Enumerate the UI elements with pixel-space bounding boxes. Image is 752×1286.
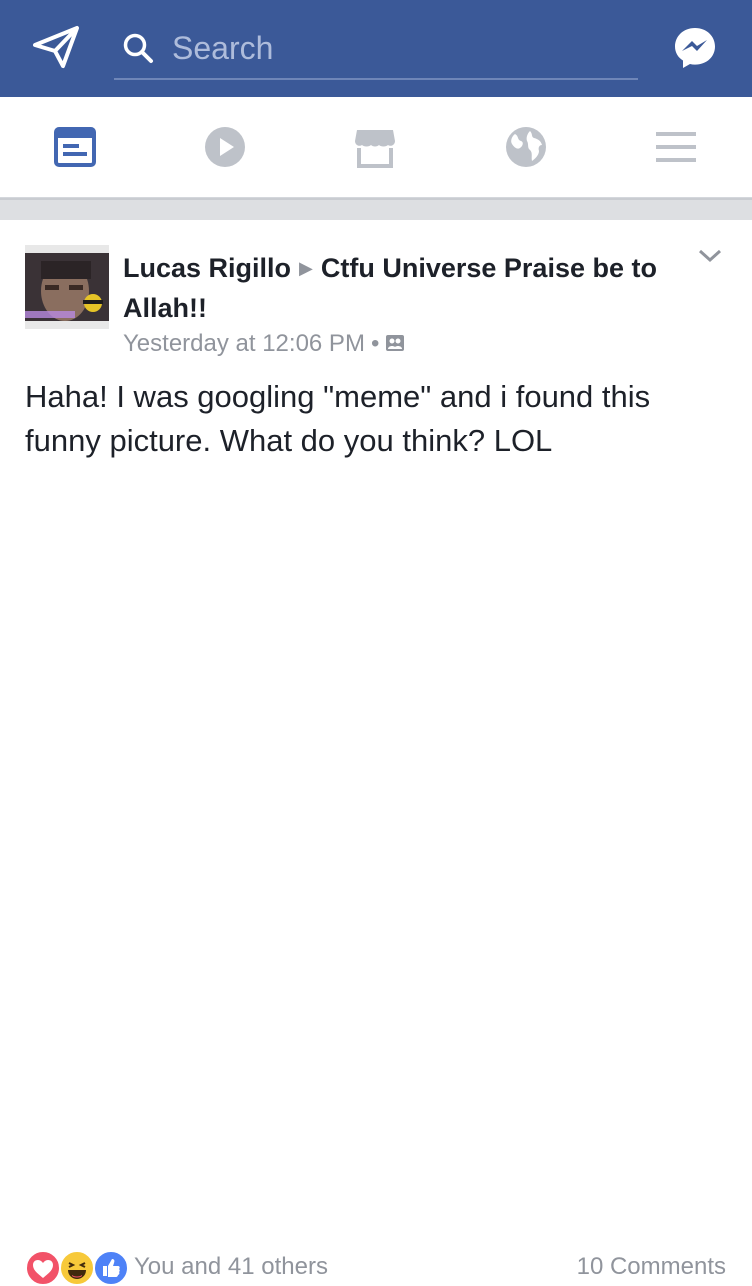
- post-body-text: Haha! I was googling "meme" and i found …: [25, 379, 651, 458]
- post-timestamp[interactable]: Yesterday at 12:06 PM: [123, 330, 365, 357]
- post-header: Lucas Rigillo ▶ Ctfu Universe Praise be to…: [123, 250, 683, 327]
- feed-post: Lucas Rigillo ▶ Ctfu Universe Praise be to…: [0, 220, 752, 1286]
- nav-bar: [0, 97, 752, 198]
- marketplace-icon[interactable]: [354, 126, 396, 168]
- chevron-down-icon[interactable]: [697, 247, 723, 265]
- news-feed-icon[interactable]: [54, 126, 96, 168]
- messenger-icon[interactable]: [673, 26, 717, 70]
- comments-count[interactable]: 10 Comments: [577, 1252, 726, 1282]
- video-play-icon[interactable]: [204, 126, 246, 168]
- meta-separator: •: [370, 330, 380, 357]
- author-name[interactable]: Lucas Rigillo: [123, 253, 291, 283]
- menu-icon[interactable]: [655, 126, 697, 168]
- send-icon[interactable]: [33, 25, 79, 69]
- like-reaction-icon: [93, 1250, 129, 1286]
- love-reaction-icon: [25, 1250, 61, 1286]
- arrow-right-icon: ▶: [299, 258, 313, 278]
- top-bar: Search: [0, 0, 752, 97]
- post-meta: Yesterday at 12:06 PM •: [123, 328, 405, 360]
- search-field[interactable]: Search: [114, 22, 638, 80]
- feed-divider: [0, 198, 752, 220]
- reactions-summary[interactable]: You and 41 others: [134, 1252, 328, 1282]
- reactions-icons[interactable]: [25, 1250, 140, 1286]
- haha-reaction-icon: [59, 1250, 95, 1286]
- globe-icon[interactable]: [505, 126, 547, 168]
- group-privacy-icon: [386, 335, 405, 351]
- group-avatar[interactable]: [25, 245, 109, 329]
- search-icon: [123, 33, 153, 63]
- search-placeholder: Search: [172, 30, 274, 66]
